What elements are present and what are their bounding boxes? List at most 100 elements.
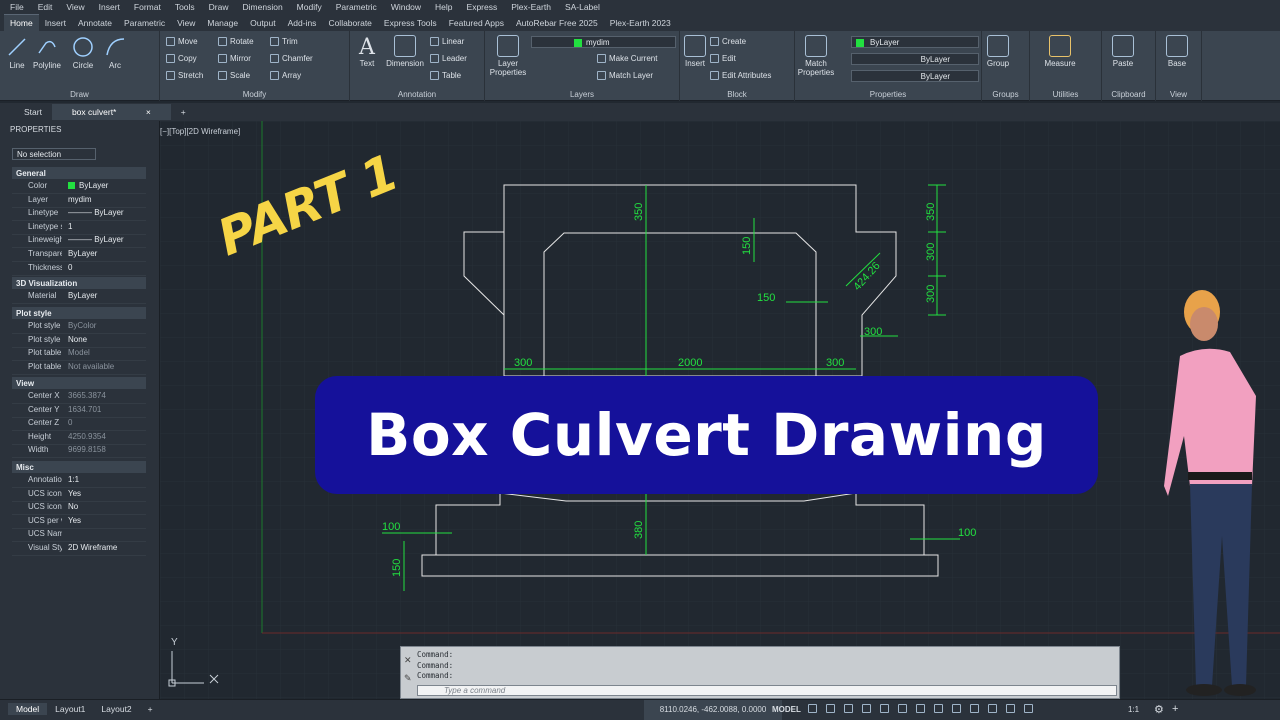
menu-draw[interactable]: Draw <box>209 2 229 12</box>
clipboard-panel-title[interactable]: Clipboard <box>1102 90 1155 99</box>
property-row[interactable]: Lineweight ——— ByLayer <box>12 235 146 249</box>
dim-text-300-left[interactable]: 300 <box>514 357 532 369</box>
match-layer-button[interactable]: Match Layer <box>597 71 653 81</box>
tab-plex-earth[interactable]: Plex-Earth 2023 <box>604 15 677 31</box>
tab-annotate[interactable]: Annotate <box>72 15 118 31</box>
layer-dropdown[interactable]: mydim <box>531 36 676 48</box>
plus-icon[interactable]: + <box>1172 703 1178 715</box>
menu-express[interactable]: Express <box>467 2 498 12</box>
new-tab-button[interactable]: + <box>171 104 196 120</box>
dim-text-100-left[interactable]: 100 <box>382 521 400 533</box>
chamfer-button[interactable]: Chamfer <box>270 54 313 64</box>
text-button[interactable]: A Text <box>354 35 380 68</box>
property-row[interactable]: Linetype s... 1 <box>12 222 146 235</box>
tab-featured-apps[interactable]: Featured Apps <box>443 15 510 31</box>
trim-button[interactable]: Trim <box>270 37 298 47</box>
dim-text-300-right[interactable]: 300 <box>826 357 844 369</box>
menu-parametric[interactable]: Parametric <box>336 2 377 12</box>
tab-parametric[interactable]: Parametric <box>118 15 171 31</box>
tab-add-ins[interactable]: Add-ins <box>282 15 323 31</box>
property-row[interactable]: Thickness 0 <box>12 263 146 276</box>
line-button[interactable]: Line <box>4 35 30 70</box>
menu-help[interactable]: Help <box>435 2 452 12</box>
mirror-button[interactable]: Mirror <box>218 54 251 64</box>
group-button[interactable]: Group <box>984 35 1012 68</box>
dimension-button[interactable]: Dimension <box>382 35 428 68</box>
annotation-scale[interactable]: 1:1 <box>1128 705 1139 714</box>
gear-icon[interactable]: ⚙ <box>1154 703 1164 716</box>
tab-insert[interactable]: Insert <box>39 15 72 31</box>
property-row[interactable]: Annotatio... 1:1 <box>12 475 146 488</box>
coordinate-readout[interactable]: 8110.0246, -462.0088, 0.0000 <box>644 700 782 720</box>
paste-button[interactable]: Paste <box>1108 35 1138 68</box>
make-current-button[interactable]: Make Current <box>597 54 657 64</box>
color-dropdown[interactable]: ByLayer <box>851 36 979 48</box>
otrack-toggle-icon[interactable] <box>898 704 907 713</box>
polyline-button[interactable]: Polyline <box>30 35 64 70</box>
array-button[interactable]: Array <box>270 71 301 81</box>
arc-button[interactable]: Arc <box>102 35 128 70</box>
utilities-panel-title[interactable]: Utilities <box>1030 90 1101 99</box>
draw-panel-title[interactable]: Draw <box>0 90 159 99</box>
property-row[interactable]: UCS icon... No <box>12 502 146 516</box>
groups-panel-title[interactable]: Groups <box>982 90 1029 99</box>
add-layout-button[interactable]: + <box>140 703 161 715</box>
wrench-icon[interactable]: ✎ <box>404 673 412 684</box>
tab-view[interactable]: View <box>171 15 201 31</box>
property-row[interactable]: Center X 3665.3874 <box>12 391 146 404</box>
menu-format[interactable]: Format <box>134 2 161 12</box>
tab-home[interactable]: Home <box>4 14 39 31</box>
dim-text-300-ledge[interactable]: 300 <box>864 326 882 338</box>
properties-panel-title[interactable]: Properties <box>795 90 981 99</box>
layers-panel-title[interactable]: Layers <box>485 90 679 99</box>
dim-text-300-right-low[interactable]: 300 <box>925 285 937 303</box>
property-row[interactable]: UCS Name <box>12 529 146 543</box>
menu-file[interactable]: File <box>10 2 24 12</box>
linear-button[interactable]: Linear <box>430 37 464 47</box>
model-tab[interactable]: Model <box>8 703 48 715</box>
dynamic-ucs-icon[interactable] <box>988 704 997 713</box>
property-row[interactable]: Center Y 1634.701 <box>12 405 146 418</box>
edit-block-button[interactable]: Edit <box>710 54 736 64</box>
block-panel-title[interactable]: Block <box>680 90 794 99</box>
property-row[interactable]: UCS icon... Yes <box>12 489 146 502</box>
selection-cycling-icon[interactable] <box>952 704 961 713</box>
menu-plex-earth[interactable]: Plex-Earth <box>511 2 551 12</box>
menu-view[interactable]: View <box>66 2 84 12</box>
rotate-button[interactable]: Rotate <box>218 37 254 47</box>
lineweight-dropdown[interactable]: ByLayer <box>851 70 979 82</box>
tab-manage[interactable]: Manage <box>201 15 244 31</box>
menu-window[interactable]: Window <box>391 2 421 12</box>
edit-attributes-button[interactable]: Edit Attributes <box>710 71 771 81</box>
layout2-tab[interactable]: Layout2 <box>93 703 139 715</box>
table-button[interactable]: Table <box>430 71 461 81</box>
circle-button[interactable]: Circle <box>68 35 98 70</box>
property-row[interactable]: Plot table... Not available <box>12 362 146 375</box>
property-row[interactable]: Plot style ByColor <box>12 321 146 334</box>
annotation-panel-title[interactable]: Annotation <box>350 90 484 99</box>
ortho-toggle-icon[interactable] <box>844 704 853 713</box>
close-tab-icon[interactable]: × <box>136 104 161 120</box>
dim-text-150-upper[interactable]: 150 <box>741 237 753 255</box>
section-misc[interactable]: Misc <box>12 461 146 473</box>
polar-toggle-icon[interactable] <box>862 704 871 713</box>
layout1-tab[interactable]: Layout1 <box>47 703 93 715</box>
property-row[interactable]: Height 4250.9354 <box>12 432 146 445</box>
move-button[interactable]: Move <box>166 37 198 47</box>
tab-autorebar[interactable]: AutoRebar Free 2025 <box>510 15 604 31</box>
property-row[interactable]: Layer mydim <box>12 195 146 208</box>
section-view[interactable]: View <box>12 377 146 389</box>
linetype-dropdown[interactable]: ByLayer <box>851 53 979 65</box>
snap-toggle-icon[interactable] <box>826 704 835 713</box>
menu-dimension[interactable]: Dimension <box>243 2 283 12</box>
dim-text-380[interactable]: 380 <box>633 521 645 539</box>
dim-text-350-right[interactable]: 350 <box>925 203 937 221</box>
annotation-visibility-icon[interactable] <box>1006 704 1015 713</box>
menu-tools[interactable]: Tools <box>175 2 195 12</box>
property-row[interactable]: Plot table... Model <box>12 348 146 362</box>
dim-text-2000[interactable]: 2000 <box>678 357 702 369</box>
dim-text-300-right-mid[interactable]: 300 <box>925 243 937 261</box>
active-doc-tab[interactable]: box culvert* × <box>51 104 171 120</box>
tab-output[interactable]: Output <box>244 15 282 31</box>
3d-osnap-icon[interactable] <box>970 704 979 713</box>
